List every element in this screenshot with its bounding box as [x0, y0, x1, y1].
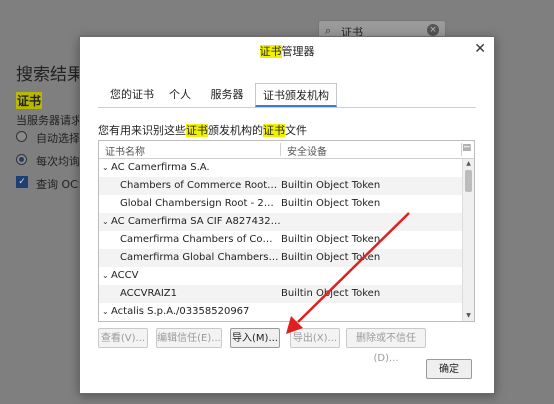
search-results-title: 搜索结果 — [16, 65, 84, 85]
tab-bar: 您的证书 个人 服务器 证书颁发机构 — [98, 83, 476, 108]
dialog-title: 证书管理器 — [80, 43, 494, 59]
certificate-name: ⌄ AC Camerfirma S.A. — [99, 159, 283, 177]
import-button[interactable]: 导入(M)... — [230, 328, 280, 348]
security-device: Builtin Object Token — [281, 288, 381, 299]
certificate-name: ⌄ ACCV — [99, 267, 283, 285]
certificate-name: Camerfirma Global Chambersign Root — [99, 249, 280, 267]
radio-ask-every-time[interactable] — [16, 154, 27, 165]
security-device: Builtin Object Token — [281, 234, 381, 245]
tree-group-row[interactable]: ⌄ Actalis S.p.A./03358520967 — [99, 303, 463, 321]
desc-highlight-2: 证书 — [263, 124, 285, 137]
certificate-name-text: ACCV — [111, 270, 139, 281]
clear-icon[interactable]: × — [427, 24, 439, 36]
table-body: ⌄ AC Camerfirma S.A. Chambers of Commerce … — [99, 159, 463, 321]
column-picker-icon[interactable]: ▤ — [462, 143, 471, 153]
certificate-name: Camerfirma Chambers of Commerce... — [99, 231, 280, 249]
tab-your-certificates[interactable]: 您的证书 — [104, 83, 160, 106]
tab-authorities[interactable]: 证书颁发机构 — [255, 83, 337, 107]
close-icon[interactable]: ✕ — [474, 41, 486, 57]
certificate-tree[interactable]: 证书名称 安全设备 ▤ ⌄ AC Camerfirma S.A. Chambers … — [98, 140, 475, 322]
ok-button[interactable]: 确定 — [426, 359, 472, 379]
certificate-name-text: Chambers of Commerce Root - 2008 — [120, 180, 280, 191]
table-row[interactable]: Camerfirma Global Chambersign RootBuilti… — [99, 249, 463, 267]
dialog-title-highlight: 证书 — [259, 45, 282, 58]
security-device: Builtin Object Token — [281, 180, 381, 191]
certificate-name: ⌄ AC Camerfirma SA CIF A82743287 — [99, 213, 283, 231]
tree-group-row[interactable]: ⌄ ACCV — [99, 267, 463, 285]
chevron-down-icon[interactable]: ⌄ — [102, 213, 111, 231]
scroll-up-icon[interactable]: ▲ — [463, 159, 474, 169]
scroll-thumb[interactable] — [465, 170, 472, 192]
certificate-name: ⌄ Actalis S.p.A./03358520967 — [99, 303, 283, 321]
tree-group-row[interactable]: ⌄ AC Camerfirma SA CIF A82743287 — [99, 213, 463, 231]
tab-servers[interactable]: 服务器 — [202, 83, 252, 106]
certificate-name-text: AC Camerfirma S.A. — [111, 162, 210, 173]
table-row[interactable]: ACCVRAIZ1 Builtin Object Token — [99, 285, 463, 303]
desc-part-1: 您有用来识别这些 — [98, 124, 186, 137]
certificate-name-text: AC Camerfirma SA CIF A82743287 — [111, 216, 283, 227]
radio-auto-select[interactable] — [16, 131, 27, 142]
delete-distrust-button[interactable]: 删除或不信任(D)... — [346, 328, 426, 364]
certificate-name-text: Global Chambersign Root - 2008 — [120, 198, 280, 209]
section-heading: 证书 — [16, 92, 43, 109]
export-button[interactable]: 导出(X)... — [290, 328, 340, 348]
table-row[interactable]: Camerfirma Chambers of Commerce...Builti… — [99, 231, 463, 249]
tree-group-row[interactable]: ⌄ AC Camerfirma S.A. — [99, 159, 463, 177]
dialog-title-rest: 管理器 — [281, 45, 315, 58]
authorities-description: 您有用来识别这些证书颁发机构的证书文件 — [98, 122, 307, 138]
certificate-name-text: Camerfirma Chambers of Commerce... — [120, 234, 280, 245]
view-button[interactable]: 查看(V)... — [98, 328, 148, 348]
certificate-name-text: Camerfirma Global Chambersign Root — [120, 252, 280, 263]
column-header-device[interactable]: 安全设备 — [287, 143, 327, 158]
certificate-name-text: Actalis S.p.A./03358520967 — [111, 306, 250, 317]
ocsp-checkbox[interactable]: ✓ — [16, 176, 28, 188]
certificate-name: Chambers of Commerce Root - 2008 — [99, 177, 280, 195]
tab-personal[interactable]: 个人 — [162, 83, 198, 106]
chevron-down-icon[interactable]: ⌄ — [102, 159, 111, 177]
ocsp-label: 查询 OCS — [36, 178, 85, 191]
certificate-manager-dialog: 证书管理器 ✕ 您的证书 个人 服务器 证书颁发机构 您有用来识别这些证书颁发机… — [79, 36, 495, 394]
chevron-down-icon[interactable]: ⌄ — [102, 267, 111, 285]
desc-part-2: 颁发机构的 — [208, 124, 263, 137]
certificate-name: ACCVRAIZ1 — [99, 285, 280, 303]
table-row[interactable]: Global Chambersign Root - 2008 Builtin Ob… — [99, 195, 463, 213]
scroll-down-icon[interactable]: ▼ — [463, 311, 474, 321]
desc-part-3: 文件 — [285, 124, 307, 137]
vertical-scrollbar[interactable]: ▲ ▼ — [462, 159, 474, 321]
desc-highlight-1: 证书 — [186, 124, 208, 137]
security-device: Builtin Object Token — [281, 252, 381, 263]
chevron-down-icon[interactable]: ⌄ — [102, 303, 111, 321]
certificate-name: Global Chambersign Root - 2008 — [99, 195, 280, 213]
security-device: Builtin Object Token — [281, 198, 381, 209]
certificate-name-text: ACCVRAIZ1 — [120, 288, 178, 299]
edit-trust-button[interactable]: 编辑信任(E)... — [156, 328, 222, 348]
column-divider[interactable] — [280, 143, 281, 156]
table-header: 证书名称 安全设备 ▤ — [99, 141, 474, 159]
column-header-name[interactable]: 证书名称 — [105, 143, 145, 158]
table-row[interactable]: Chambers of Commerce Root - 2008Builtin … — [99, 177, 463, 195]
